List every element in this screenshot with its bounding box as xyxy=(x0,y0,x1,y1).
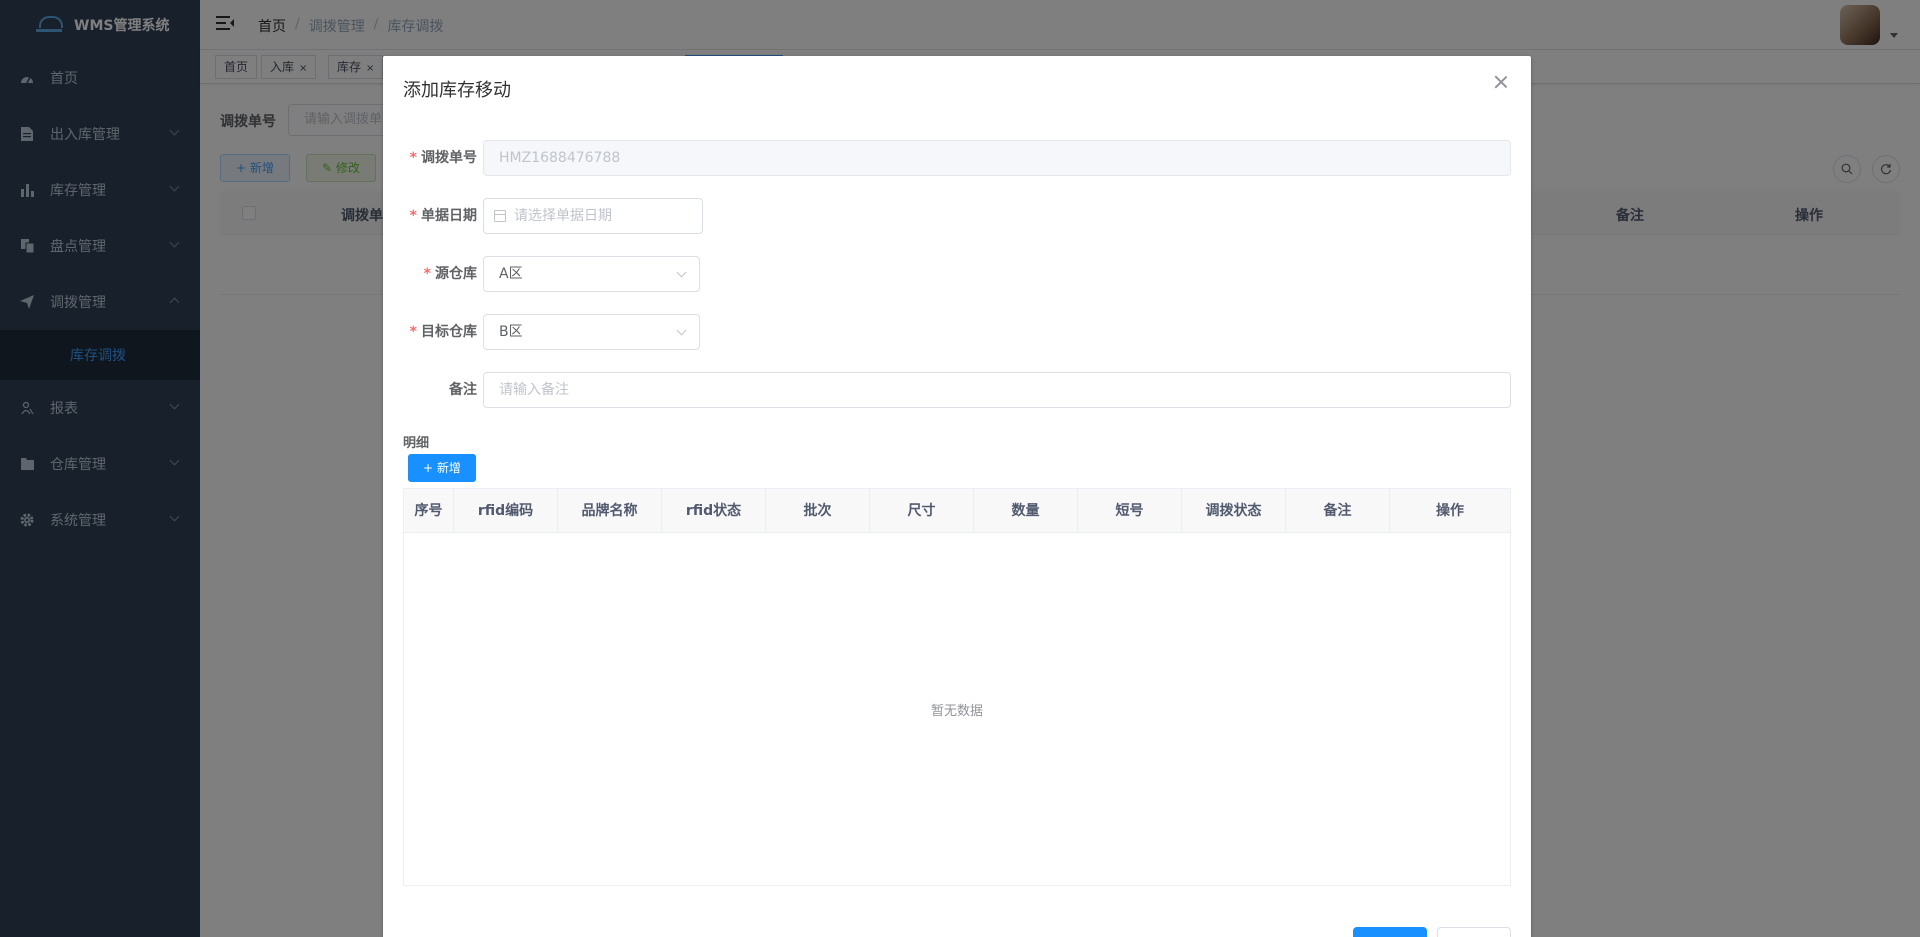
target-warehouse-select[interactable]: B区 xyxy=(483,314,700,350)
close-icon[interactable] xyxy=(1493,74,1509,90)
select-value: B区 xyxy=(499,324,523,340)
column-header: rfid编码 xyxy=(454,489,558,533)
column-header: 序号 xyxy=(404,489,454,533)
empty-text: 暂无数据 xyxy=(930,703,983,719)
cancel-button[interactable] xyxy=(1437,927,1511,937)
target-label: * 目标仓库 xyxy=(409,324,477,340)
column-header: 备注 xyxy=(1286,489,1390,533)
add-transfer-dialog: 添加库存移动 * 调拨单号 HMZ1688476788 * 单据日期 请选择单据日期… xyxy=(383,56,1531,937)
column-header: 尺寸 xyxy=(870,489,974,533)
add-detail-button[interactable]: + 新增 xyxy=(408,454,476,482)
remark-input[interactable]: 请输入备注 xyxy=(483,372,1511,408)
column-header: 品牌名称 xyxy=(558,489,662,533)
column-header: rfid状态 xyxy=(662,489,766,533)
chevron-down-icon xyxy=(676,267,687,278)
detail-label: 明细 xyxy=(403,436,430,451)
select-value: A区 xyxy=(499,266,523,282)
date-placeholder: 请选择单据日期 xyxy=(514,208,612,224)
dialog-title: 添加库存移动 xyxy=(403,80,511,101)
column-header: 调拨状态 xyxy=(1182,489,1286,533)
confirm-button[interactable] xyxy=(1353,927,1427,937)
order-no-label: * 调拨单号 xyxy=(409,150,477,166)
source-warehouse-select[interactable]: A区 xyxy=(483,256,700,292)
column-header: 短号 xyxy=(1078,489,1182,533)
order-no-field: HMZ1688476788 xyxy=(483,140,1511,176)
calendar-icon xyxy=(494,210,506,222)
remark-label: 备注 xyxy=(449,382,477,398)
date-picker[interactable]: 请选择单据日期 xyxy=(483,198,703,234)
column-header: 数量 xyxy=(974,489,1078,533)
column-header: 批次 xyxy=(766,489,870,533)
date-label: * 单据日期 xyxy=(409,208,477,224)
chevron-down-icon xyxy=(676,325,687,336)
source-label: * 源仓库 xyxy=(423,266,477,282)
detail-table-header: 序号 rfid编码 品牌名称 rfid状态 批次 尺寸 数量 短号 调拨状态 备… xyxy=(404,489,1510,533)
detail-table: 序号 rfid编码 品牌名称 rfid状态 批次 尺寸 数量 短号 调拨状态 备… xyxy=(403,488,1511,886)
column-header: 操作 xyxy=(1436,503,1464,519)
